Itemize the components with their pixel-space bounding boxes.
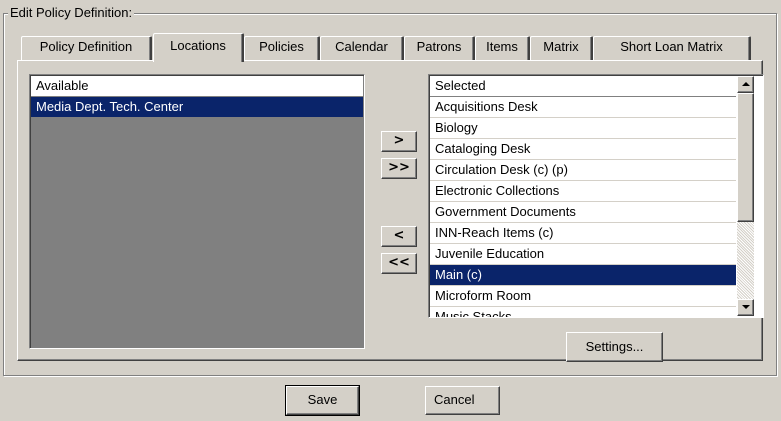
selected-list-item[interactable]: Juvenile Education <box>430 244 736 265</box>
arrow-up-icon <box>742 82 750 86</box>
save-label: Save <box>307 392 338 407</box>
selected-locations-list[interactable]: Selected Acquisitions Desk Biology Catal… <box>428 74 764 318</box>
add-all-label: >> <box>388 160 410 175</box>
selected-list-item-highlighted[interactable]: Main (c) <box>430 265 736 286</box>
available-locations-list[interactable]: Available Media Dept. Tech. Center <box>29 74 365 349</box>
tab-label: Matrix <box>543 39 579 54</box>
save-button[interactable]: Save <box>285 385 360 416</box>
list-header-selected: Selected <box>430 76 736 97</box>
tab-label: Items <box>486 39 518 54</box>
remove-all-button[interactable]: << <box>381 253 417 274</box>
available-list-item[interactable]: Media Dept. Tech. Center <box>31 97 363 117</box>
tab-label: Policies <box>259 39 304 54</box>
add-all-button[interactable]: >> <box>381 158 417 179</box>
cancel-label: Cancel <box>434 392 475 407</box>
scroll-thumb[interactable] <box>737 93 754 222</box>
tab-items[interactable]: Items <box>475 36 530 60</box>
tab-label: Policy Definition <box>39 39 133 54</box>
tab-short-loan-matrix[interactable]: Short Loan Matrix <box>593 36 751 60</box>
selected-list-item[interactable]: Circulation Desk (c) (p) <box>430 160 736 181</box>
selected-list-item[interactable]: Cataloging Desk <box>430 139 736 160</box>
tab-policies[interactable]: Policies <box>244 36 320 60</box>
remove-one-label: < <box>393 228 405 243</box>
scroll-down-button[interactable] <box>737 299 754 316</box>
cancel-button[interactable]: Cancel <box>425 386 500 415</box>
tab-label: Locations <box>170 38 226 53</box>
selected-list-item[interactable]: Government Documents <box>430 202 736 223</box>
tab-calendar[interactable]: Calendar <box>320 36 404 60</box>
tab-matrix[interactable]: Matrix <box>530 36 593 60</box>
selected-list-scrollbar[interactable] <box>737 76 754 316</box>
tab-label: Patrons <box>416 39 462 54</box>
scroll-up-button[interactable] <box>737 76 754 93</box>
tab-policy-definition[interactable]: Policy Definition <box>21 36 152 60</box>
selected-list-item[interactable]: INN-Reach Items (c) <box>430 223 736 244</box>
remove-one-button[interactable]: < <box>381 226 417 247</box>
list-header-available: Available <box>31 76 363 97</box>
selected-list-item[interactable]: Electronic Collections <box>430 181 736 202</box>
selected-list-item[interactable]: Microform Room <box>430 286 736 307</box>
arrow-down-icon <box>742 305 750 309</box>
selected-list-item[interactable]: Acquisitions Desk <box>430 97 736 118</box>
settings-label: Settings... <box>585 339 644 354</box>
add-one-button[interactable]: > <box>381 131 417 152</box>
selected-list-item[interactable]: Music Stacks <box>430 307 736 317</box>
tab-label: Calendar <box>335 39 388 54</box>
group-label: Edit Policy Definition: <box>8 5 135 20</box>
tab-locations[interactable]: Locations <box>153 33 244 62</box>
remove-all-label: << <box>388 255 410 270</box>
tab-label: Short Loan Matrix <box>620 39 723 54</box>
selected-list-item[interactable]: Biology <box>430 118 736 139</box>
tab-patrons[interactable]: Patrons <box>404 36 475 60</box>
add-one-label: > <box>393 133 405 148</box>
settings-button[interactable]: Settings... <box>566 332 663 362</box>
